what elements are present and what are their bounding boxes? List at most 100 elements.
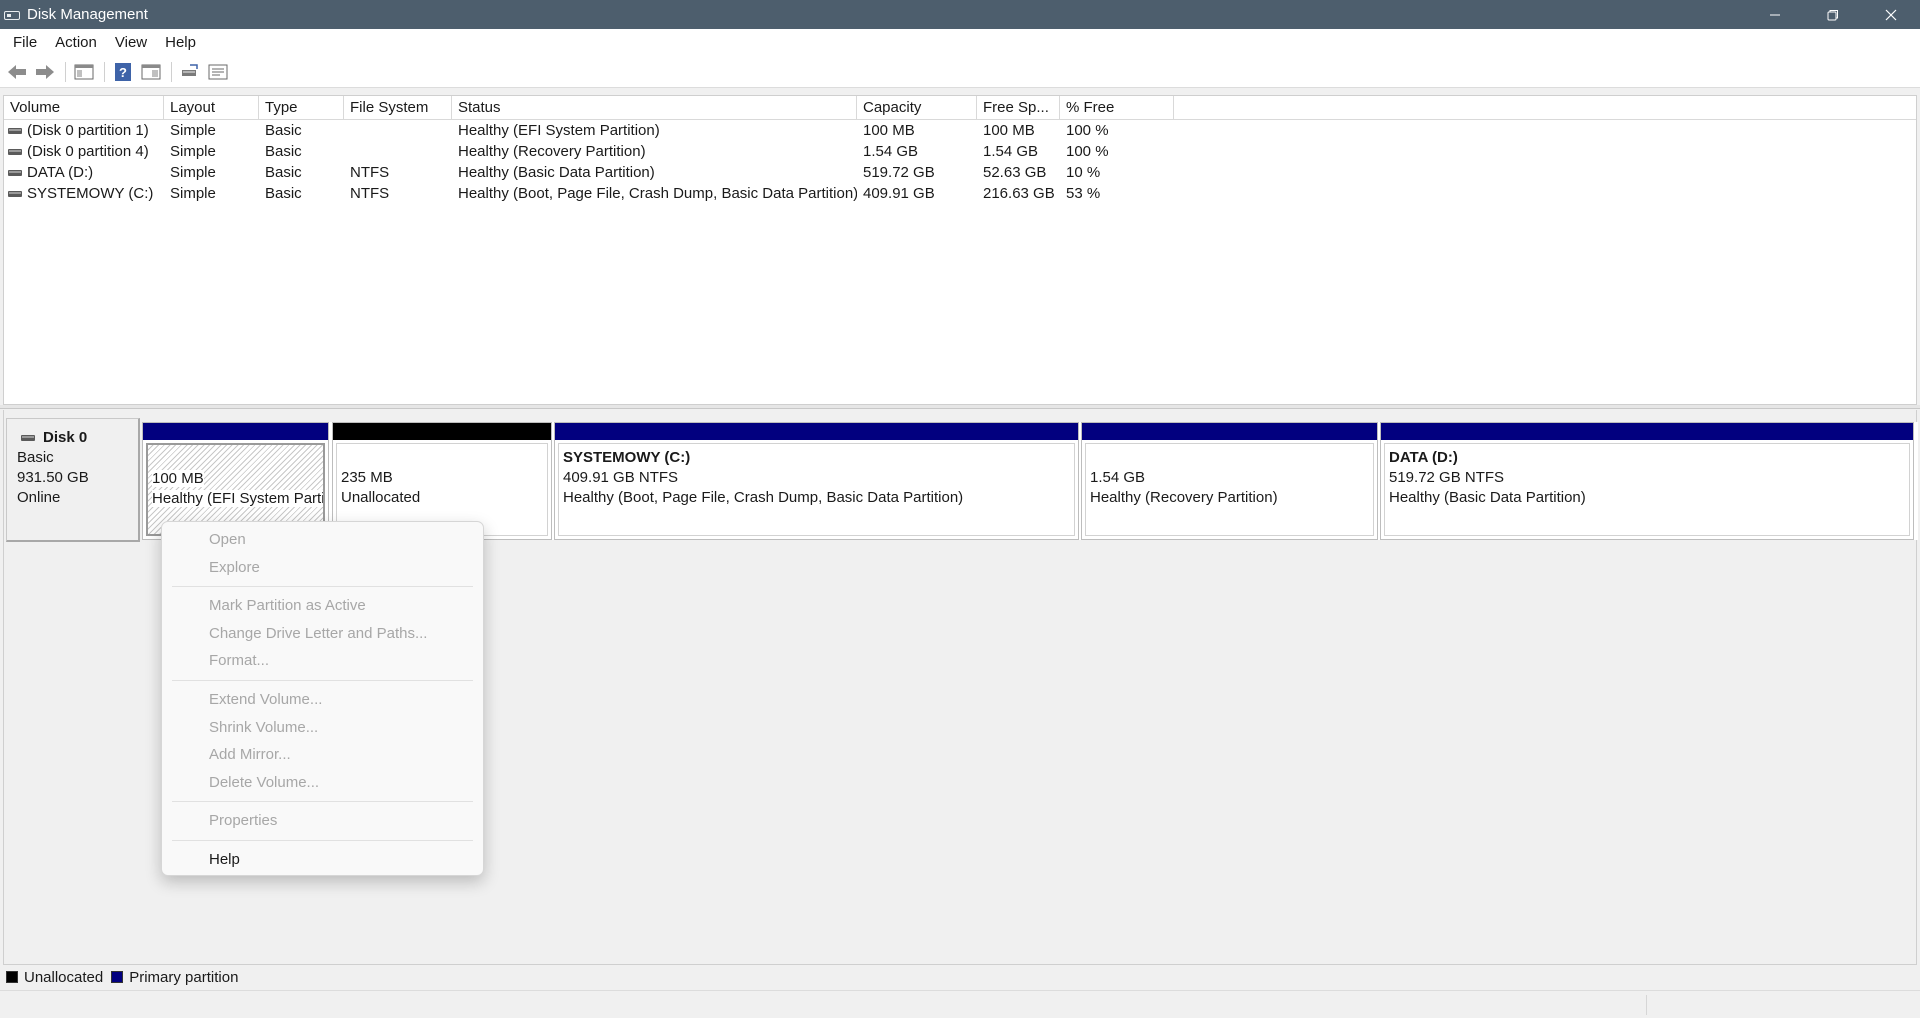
partition-size: 235 MB (341, 469, 393, 486)
menu-separator (172, 679, 473, 681)
partition-data-d[interactable]: DATA (D:) 519.72 GB NTFS Healthy (Basic … (1380, 422, 1914, 540)
cell-type: Basic (265, 185, 302, 202)
cell-free-space: 216.63 GB (983, 185, 1055, 202)
pane-splitter[interactable] (0, 405, 1920, 409)
partition-color-bar (333, 423, 551, 440)
primary-swatch (111, 971, 124, 983)
cell-percent-free: 10 % (1066, 164, 1101, 181)
partition-color-bar (1082, 423, 1377, 440)
cell-file-system: NTFS (350, 164, 390, 181)
close-icon (1885, 9, 1897, 20)
menu-item-change-drive-letter: Change Drive Letter and Paths... (209, 624, 428, 642)
cell-free-space: 100 MB (983, 122, 1035, 139)
cell-capacity: 409.91 GB (863, 185, 935, 202)
show-hide-action-pane-icon (141, 64, 161, 80)
menu-item-extend-volume: Extend Volume... (209, 690, 323, 708)
status-bar-divider (1646, 995, 1647, 1015)
legend: Unallocated Primary partition (6, 966, 246, 988)
menu-item-open: Open (209, 531, 246, 548)
disk-icon (21, 435, 35, 441)
menu-help[interactable]: Help (156, 29, 205, 57)
cell-volume: SYSTEMOWY (C:) (4, 183, 164, 204)
help-icon: ? (115, 63, 131, 81)
menu-separator (172, 839, 473, 841)
disk-state: Online (17, 489, 61, 506)
column-header-free-space[interactable]: Free Sp... (977, 96, 1060, 119)
back-button[interactable] (5, 60, 29, 84)
cell-free-space: 52.63 GB (983, 164, 1047, 181)
show-hide-action-pane-button[interactable] (139, 60, 163, 84)
menu-separator (172, 586, 473, 588)
legend-primary: Primary partition (111, 969, 238, 986)
cell-free-space: 1.54 GB (983, 143, 1039, 160)
column-header-capacity[interactable]: Capacity (857, 96, 977, 119)
cell-type: Basic (265, 143, 302, 160)
table-row[interactable]: SYSTEMOWY (C:) Simple Basic NTFS Healthy… (4, 183, 1916, 204)
volume-list-header: Volume Layout Type File System Status Ca… (4, 96, 1916, 120)
column-header-layout[interactable]: Layout (164, 96, 259, 119)
close-button[interactable] (1862, 0, 1920, 29)
volume-name: DATA (D:) (27, 164, 94, 181)
menu-item-shrink-volume: Shrink Volume... (209, 718, 319, 736)
menu-separator (172, 801, 473, 803)
menu-view[interactable]: View (106, 29, 156, 57)
cell-type: Basic (265, 122, 302, 139)
column-header-status[interactable]: Status (452, 96, 857, 119)
table-row[interactable]: (Disk 0 partition 4) Simple Basic Health… (4, 141, 1916, 162)
cell-layout: Simple (170, 185, 216, 202)
partition-recovery[interactable]: 1.54 GB Healthy (Recovery Partition) (1081, 422, 1378, 540)
partition-status: Healthy (EFI System Partiti (152, 490, 323, 507)
toolbar-separator (65, 62, 66, 82)
legend-unallocated-label: Unallocated (24, 968, 104, 986)
cell-layout: Simple (170, 122, 216, 139)
svg-text:?: ? (119, 65, 127, 80)
menu-item-help[interactable]: Help (162, 846, 483, 874)
cell-file-system: NTFS (350, 185, 390, 202)
partition-body: DATA (D:) 519.72 GB NTFS Healthy (Basic … (1384, 443, 1910, 536)
disk-kind: Basic (17, 449, 54, 466)
menu-bar: File Action View Help (0, 29, 1920, 57)
table-row[interactable]: (Disk 0 partition 1) Simple Basic Health… (4, 120, 1916, 141)
properties-button[interactable] (206, 60, 230, 84)
cell-capacity: 519.72 GB (863, 164, 935, 181)
cell-status: Healthy (EFI System Partition) (458, 122, 660, 139)
toolbar: ? (0, 57, 1920, 88)
volume-list: Volume Layout Type File System Status Ca… (3, 95, 1917, 405)
cell-volume: (Disk 0 partition 4) (4, 141, 164, 162)
restore-icon (1827, 9, 1838, 20)
menu-item-add-mirror: Add Mirror... (209, 746, 291, 764)
cell-volume: (Disk 0 partition 1) (4, 120, 164, 141)
cell-percent-free: 100 % (1066, 122, 1109, 139)
partition-body: 1.54 GB Healthy (Recovery Partition) (1085, 443, 1374, 536)
partition-size: 1.54 GB (1090, 469, 1146, 486)
forward-arrow-icon (36, 65, 54, 79)
partition-size: 100 MB (152, 470, 204, 487)
cell-percent-free: 100 % (1066, 143, 1109, 160)
restore-button[interactable] (1804, 0, 1862, 29)
disk-info-panel[interactable]: Disk 0 Basic 931.50 GB Online (6, 418, 140, 542)
help-button[interactable]: ? (111, 60, 135, 84)
cell-volume: DATA (D:) (4, 162, 164, 183)
cell-capacity: 1.54 GB (863, 143, 919, 160)
menu-action[interactable]: Action (46, 29, 106, 57)
table-row[interactable]: DATA (D:) Simple Basic NTFS Healthy (Bas… (4, 162, 1916, 183)
volume-icon (8, 127, 22, 134)
disk-size: 931.50 GB (17, 469, 89, 486)
console-tree-button[interactable] (72, 60, 96, 84)
volume-name: SYSTEMOWY (C:) (27, 185, 154, 202)
column-header-percent-free[interactable]: % Free (1060, 96, 1174, 119)
column-header-type[interactable]: Type (259, 96, 344, 119)
status-bar (0, 990, 1920, 1018)
cell-status: Healthy (Basic Data Partition) (458, 164, 655, 181)
minimize-button[interactable] (1746, 0, 1804, 29)
partition-status: Unallocated (341, 489, 421, 506)
menu-file[interactable]: File (4, 29, 46, 57)
menu-item-mark-active: Mark Partition as Active (209, 597, 366, 615)
column-header-volume[interactable]: Volume (4, 96, 164, 119)
rescan-disks-button[interactable] (178, 60, 202, 84)
partition-name: DATA (D:) (1389, 449, 1458, 466)
column-header-file-system[interactable]: File System (344, 96, 452, 119)
partition-systemowy-c[interactable]: SYSTEMOWY (C:) 409.91 GB NTFS Healthy (B… (554, 422, 1079, 540)
forward-button[interactable] (33, 60, 57, 84)
cell-file-system (344, 120, 452, 141)
